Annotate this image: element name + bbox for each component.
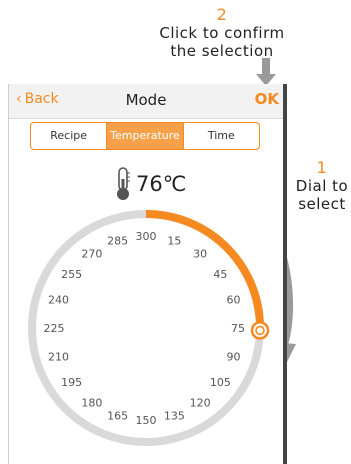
- step-number: 1: [316, 158, 328, 177]
- phone-screen: ‹ Back Mode OK Recipe Temperature Time 76…: [8, 84, 287, 464]
- hint-line: Click to confirm: [159, 24, 285, 42]
- mode-tabs: Recipe Temperature Time: [30, 122, 260, 150]
- dial-tick-label: 165: [107, 410, 128, 423]
- tab-temperature[interactable]: Temperature: [106, 123, 183, 149]
- dial-tick-label: 60: [227, 294, 241, 307]
- dial-tick-label: 180: [81, 396, 102, 409]
- hint-line: Dial to: [295, 177, 349, 195]
- dial-tick-label: 300: [136, 230, 157, 243]
- temperature-value: 76℃: [136, 172, 187, 196]
- page-title: Mode: [125, 91, 167, 109]
- tab-recipe[interactable]: Recipe: [31, 123, 106, 149]
- dial-tick-label: 30: [193, 248, 207, 261]
- ok-button[interactable]: OK: [255, 90, 279, 108]
- dial-tick-label: 270: [81, 248, 102, 261]
- hint-line: select: [298, 195, 346, 213]
- dial-tick-label: 45: [213, 268, 227, 281]
- dial-tick-label: 105: [210, 376, 231, 389]
- step-number: 2: [216, 5, 228, 24]
- dial-tick-label: 135: [164, 410, 185, 423]
- nav-bar: ‹ Back Mode OK: [9, 84, 283, 119]
- temperature-readout: 76℃: [114, 166, 186, 202]
- confirm-hint: 2 Click to confirm the selection: [152, 5, 292, 60]
- temperature-dial[interactable]: 300 15 30 4560 75 90 105 120 135 150 165 180 195 210 2…: [9, 200, 283, 464]
- dial-tick-label: 120: [190, 396, 211, 409]
- dial-tick-label: 225: [44, 322, 65, 335]
- dial-tick-label: 210: [48, 350, 69, 363]
- dial-tick-label: 255: [61, 268, 82, 281]
- tab-time[interactable]: Time: [182, 123, 259, 149]
- thermometer-icon: [117, 167, 130, 200]
- dial-handle[interactable]: [250, 321, 270, 340]
- dial-tick-label: 285: [107, 235, 128, 248]
- dial-tick-label: 90: [227, 350, 241, 363]
- dial-tick-label: 75: [231, 322, 245, 335]
- dial-active-arc: [145, 210, 264, 331]
- dial-tick-label: 15: [167, 235, 181, 248]
- dial-tick-label: 195: [61, 376, 82, 389]
- dial-tick-label: 150: [136, 414, 157, 427]
- dial-hint: 1 Dial to select: [292, 158, 351, 213]
- dial-tick-label: 240: [48, 294, 69, 307]
